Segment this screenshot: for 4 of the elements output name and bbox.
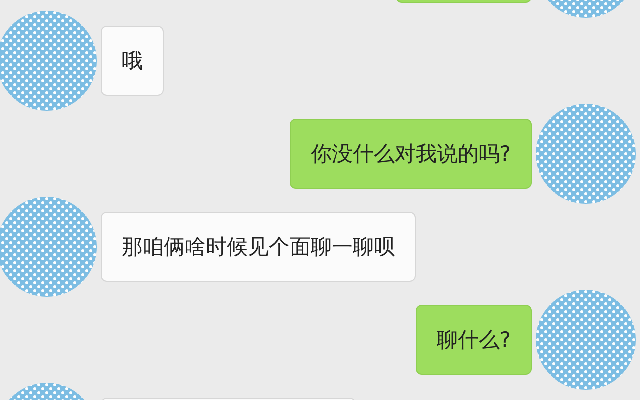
message-bubble: 那咱俩啥时候见个面聊一聊呗 [101, 212, 416, 282]
message-bubble: 哦 [101, 26, 164, 96]
message-bubble: 你没什么对我说的吗? [290, 118, 532, 188]
message-bubble: 聊什么? [416, 304, 532, 374]
